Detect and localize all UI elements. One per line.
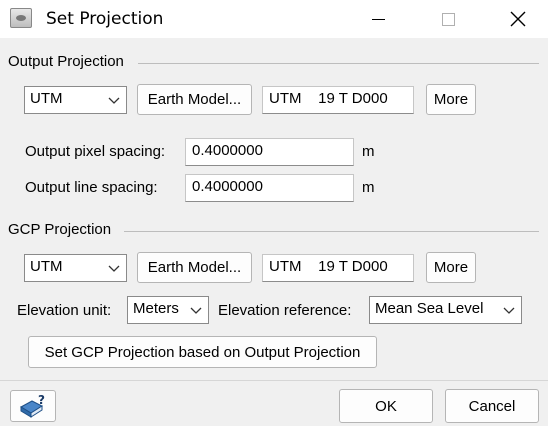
close-button[interactable] [496,0,540,38]
chevron-down-icon [108,97,120,104]
elevation-reference-select[interactable]: Mean Sea Level [369,296,522,324]
minimize-icon [371,18,385,20]
elevation-reference-value: Mean Sea Level [375,300,484,317]
chevron-down-icon [503,307,515,314]
output-line-spacing-unit: m [362,179,375,196]
elevation-unit-select[interactable]: Meters [127,296,209,324]
help-book-icon: ? [19,393,45,418]
output-projection-type-value: UTM [30,90,63,107]
output-line-spacing-label: Output line spacing: [25,179,158,196]
output-line-spacing-input[interactable]: 0.4000000 [185,174,354,202]
output-earth-model-button[interactable]: Earth Model... [137,84,252,115]
set-gcp-from-output-button[interactable]: Set GCP Projection based on Output Proje… [28,336,377,368]
output-pixel-spacing-input[interactable]: 0.4000000 [185,138,354,166]
title-bar: Set Projection [0,0,548,38]
minimize-button[interactable] [356,0,400,38]
gcp-zone-field[interactable]: UTM 19 T D000 [262,254,414,282]
chevron-down-icon [108,265,120,272]
elevation-unit-label: Elevation unit: [17,302,112,319]
help-button[interactable]: ? [10,390,56,422]
svg-text:?: ? [38,393,45,407]
gcp-earth-model-button[interactable]: Earth Model... [137,252,252,283]
chevron-down-icon [190,307,202,314]
output-pixel-spacing-label: Output pixel spacing: [25,143,166,160]
elevation-reference-label: Elevation reference: [218,302,352,319]
app-icon [10,8,32,28]
gcp-projection-type-select[interactable]: UTM [24,254,127,282]
gcp-more-button[interactable]: More [426,252,476,283]
output-pixel-spacing-unit: m [362,143,375,160]
footer-divider [0,380,548,381]
cancel-button[interactable]: Cancel [445,389,539,423]
output-more-button[interactable]: More [426,84,476,115]
gcp-projection-type-value: UTM [30,258,63,275]
window-title: Set Projection [46,9,164,29]
ok-button[interactable]: OK [339,389,433,423]
output-projection-divider [138,63,539,64]
elevation-unit-value: Meters [133,300,179,317]
gcp-projection-divider [124,231,539,232]
output-projection-type-select[interactable]: UTM [24,86,127,114]
output-zone-field[interactable]: UTM 19 T D000 [262,86,414,114]
close-icon [510,11,526,27]
output-projection-heading: Output Projection [8,53,124,70]
gcp-projection-heading: GCP Projection [8,221,112,238]
maximize-button[interactable] [426,0,470,38]
maximize-icon [441,12,455,26]
